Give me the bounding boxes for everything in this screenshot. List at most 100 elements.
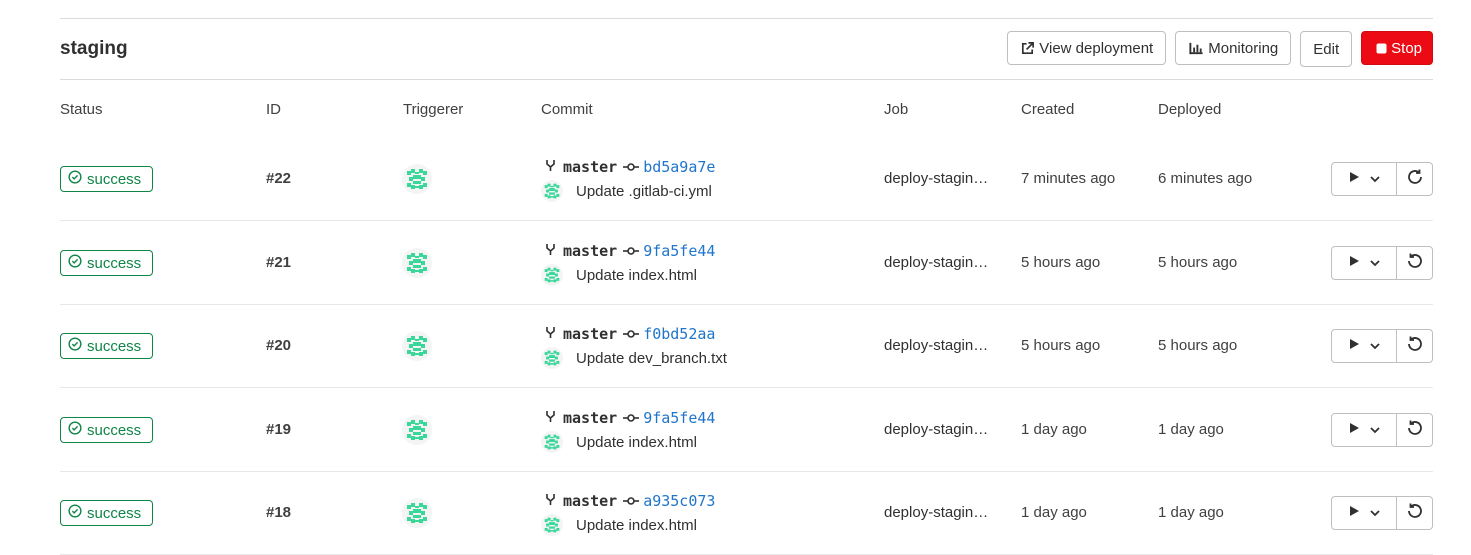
branch-link[interactable]: master <box>563 242 617 260</box>
job-link[interactable]: deploy-stagin… <box>884 421 988 438</box>
branch-icon <box>545 492 556 510</box>
commit-message-wrap: Update dev_branch.txt <box>541 347 727 369</box>
commit-message-link[interactable]: Update index.html <box>576 517 697 534</box>
triggerer-avatar[interactable] <box>402 415 432 445</box>
monitoring-button[interactable]: Monitoring <box>1175 31 1292 65</box>
deployed-time: 5 hours ago <box>1158 337 1238 354</box>
edit-button[interactable]: Edit <box>1300 31 1353 67</box>
status-badge[interactable]: success <box>60 417 153 443</box>
redeploy-button[interactable] <box>1397 162 1433 196</box>
status-text: success <box>87 337 142 355</box>
redeploy-icon <box>1406 419 1424 442</box>
stop-button[interactable]: Stop <box>1361 31 1433 65</box>
author-avatar[interactable] <box>541 264 563 286</box>
redeploy-button[interactable] <box>1397 413 1433 447</box>
chevron-down-icon <box>1369 170 1380 188</box>
manual-actions-dropdown[interactable] <box>1331 246 1397 280</box>
triggerer-avatar[interactable] <box>402 164 432 194</box>
row-actions <box>1331 496 1433 530</box>
commit-message-link[interactable]: Update index.html <box>576 434 697 451</box>
author-avatar[interactable] <box>541 514 563 536</box>
deployment-id: #18 <box>266 504 292 521</box>
commit-icon <box>623 242 640 260</box>
chevron-down-icon <box>1369 337 1380 355</box>
branch-link[interactable]: master <box>563 158 617 176</box>
environment-title: staging <box>60 38 128 59</box>
triggerer-avatar[interactable] <box>402 498 432 528</box>
commit-sha-link[interactable]: 9fa5fe44 <box>643 409 715 427</box>
commit-sha-link[interactable]: bd5a9a7e <box>643 158 715 176</box>
chart-icon <box>1188 41 1204 56</box>
author-avatar[interactable] <box>541 347 563 369</box>
redeploy-button[interactable] <box>1397 329 1433 363</box>
check-circle-icon <box>68 421 82 439</box>
redeploy-button[interactable] <box>1397 496 1433 530</box>
commit-message-link[interactable]: Update dev_branch.txt <box>576 350 727 367</box>
redeploy-button[interactable] <box>1397 246 1433 280</box>
commit-message-wrap: Update index.html <box>541 514 697 536</box>
status-text: success <box>87 254 142 272</box>
status-badge[interactable]: success <box>60 250 153 276</box>
commit-sha-link[interactable]: 9fa5fe44 <box>643 242 715 260</box>
manual-actions-dropdown[interactable] <box>1331 162 1397 196</box>
commit-ref: master 9fa5fe44 <box>545 242 715 260</box>
branch-icon <box>545 158 556 176</box>
deployment-row: success #22 master bd5a9a7e Update .gitl… <box>60 137 1433 221</box>
redeploy-icon <box>1406 252 1424 275</box>
status-text: success <box>87 421 142 439</box>
column-header-created: Created <box>1021 101 1075 118</box>
redeploy-icon <box>1406 168 1424 191</box>
created-time: 5 hours ago <box>1021 254 1101 271</box>
author-avatar[interactable] <box>541 180 563 202</box>
chevron-down-icon <box>1369 504 1380 522</box>
commit-icon <box>623 492 640 510</box>
author-avatar[interactable] <box>541 431 563 453</box>
branch-link[interactable]: master <box>563 409 617 427</box>
column-header-status: Status <box>60 101 103 118</box>
commit-sha-link[interactable]: f0bd52aa <box>643 325 715 343</box>
deployment-row: success #18 master a935c073 Update index… <box>60 471 1433 555</box>
stop-label: Stop <box>1391 39 1422 57</box>
status-badge[interactable]: success <box>60 333 153 359</box>
commit-message-link[interactable]: Update index.html <box>576 267 697 284</box>
commit-icon <box>623 325 640 343</box>
deployment-id: #21 <box>266 254 292 271</box>
view-deployment-button[interactable]: View deployment <box>1007 31 1167 65</box>
commit-icon <box>623 158 640 176</box>
commit-sha-link[interactable]: a935c073 <box>643 492 715 510</box>
row-actions <box>1331 329 1433 363</box>
branch-icon <box>545 325 556 343</box>
commit-ref: master f0bd52aa <box>545 325 715 343</box>
external-link-icon <box>1020 41 1035 56</box>
branch-link[interactable]: master <box>563 325 617 343</box>
play-icon <box>1349 170 1360 188</box>
environment-header: staging View deployment Monitoring Edit … <box>60 19 1433 80</box>
triggerer-avatar[interactable] <box>402 331 432 361</box>
job-link[interactable]: deploy-stagin… <box>884 170 988 187</box>
play-icon <box>1349 337 1360 355</box>
status-badge[interactable]: success <box>60 500 153 526</box>
job-link[interactable]: deploy-stagin… <box>884 504 988 521</box>
manual-actions-dropdown[interactable] <box>1331 496 1397 530</box>
view-deployment-label: View deployment <box>1039 39 1154 57</box>
job-link[interactable]: deploy-stagin… <box>884 254 988 271</box>
status-badge[interactable]: success <box>60 166 153 192</box>
created-time: 7 minutes ago <box>1021 170 1116 187</box>
column-header-deployed: Deployed <box>1158 101 1222 118</box>
check-circle-icon <box>68 504 82 522</box>
column-header-commit: Commit <box>541 101 593 118</box>
commit-message-link[interactable]: Update .gitlab-ci.yml <box>576 183 712 200</box>
column-header-id: ID <box>266 101 281 118</box>
manual-actions-dropdown[interactable] <box>1331 413 1397 447</box>
manual-actions-dropdown[interactable] <box>1331 329 1397 363</box>
job-link[interactable]: deploy-stagin… <box>884 337 988 354</box>
environment-actions: View deployment Monitoring Edit Stop <box>1007 31 1433 67</box>
branch-icon <box>545 242 556 260</box>
deployment-id: #19 <box>266 421 292 438</box>
play-icon <box>1349 504 1360 522</box>
branch-link[interactable]: master <box>563 492 617 510</box>
triggerer-avatar[interactable] <box>402 248 432 278</box>
created-time: 1 day ago <box>1021 504 1087 521</box>
commit-ref: master a935c073 <box>545 492 715 510</box>
deployment-row: success #21 master 9fa5fe44 Update index… <box>60 221 1433 305</box>
